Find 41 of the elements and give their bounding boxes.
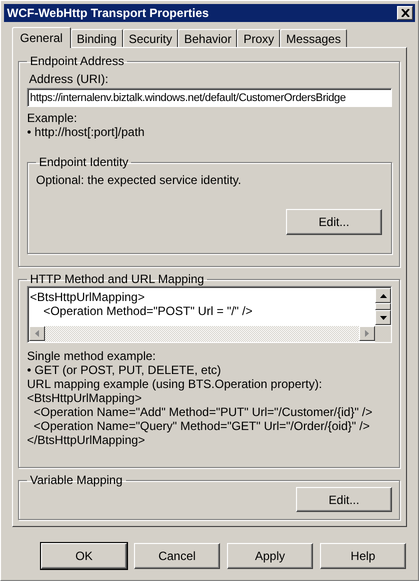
address-field[interactable]: https://internalenv.biztalk.windows.net/default/CustomerOrdersBridge <box>27 88 392 107</box>
help-text: </BtsHttpUrlMapping> <box>27 433 146 447</box>
scrollbar-corner <box>375 326 391 342</box>
group-title: Variable Mapping <box>29 473 124 487</box>
dialog-button[interactable]: Apply <box>227 543 313 569</box>
tab[interactable]: Behavior <box>178 29 238 47</box>
field-label: Address (URI): <box>29 72 110 86</box>
right-arrow-icon <box>365 330 369 337</box>
example-text: Example: <box>27 111 78 125</box>
dialog-button[interactable]: OK <box>41 543 127 569</box>
help-text: Single method example: <box>27 349 157 363</box>
help-text: <BtsHttpUrlMapping> <box>27 391 143 405</box>
tab[interactable]: Security <box>122 29 178 47</box>
window-title: WCF-WebHttp Transport Properties <box>7 6 209 20</box>
code-line: <Operation Method="POST" Url = "/" /> <box>42 304 254 318</box>
edit-button[interactable]: Edit... <box>286 209 382 235</box>
vertical-scrollbar[interactable] <box>375 288 391 326</box>
help-text: • GET (or POST, PUT, DELETE, etc) <box>27 363 222 377</box>
dialog-button[interactable]: Cancel <box>134 543 220 569</box>
tab[interactable]: General <box>12 27 71 48</box>
edit-button[interactable]: Edit... <box>296 487 392 512</box>
text-editor[interactable]: <BtsHttpUrlMapping> <Operation Method="POST" Url = "/" /> <box>27 286 392 343</box>
group-title: Endpoint Address <box>29 54 126 68</box>
close-button[interactable] <box>397 6 413 20</box>
group-title: Endpoint Identity <box>38 155 130 169</box>
horizontal-scrollbar[interactable] <box>29 326 391 342</box>
help-text: <Operation Name="Add" Method="PUT" Url="/Customer/{id}" /> <box>32 405 374 419</box>
tab[interactable]: Proxy <box>237 29 280 47</box>
up-arrow-icon <box>380 294 386 298</box>
tab[interactable]: Messages <box>280 29 347 47</box>
code-line: <BtsHttpUrlMapping> <box>30 290 146 304</box>
dialog-button[interactable]: Help <box>320 543 406 569</box>
left-arrow-icon <box>35 330 39 337</box>
example-text: • http://host[:port]/path <box>27 125 146 139</box>
down-arrow-icon <box>380 316 386 320</box>
close-icon <box>400 9 410 17</box>
help-text: URL mapping example (using BTS.Operation property): <box>27 377 324 391</box>
tab[interactable]: Binding <box>70 29 123 47</box>
group-title: HTTP Method and URL Mapping <box>29 272 206 286</box>
help-text: <Operation Name="Query" Method="GET" Url="/Order/{oid}" /> <box>32 419 371 433</box>
description-text: Optional: the expected service identity. <box>36 173 242 187</box>
